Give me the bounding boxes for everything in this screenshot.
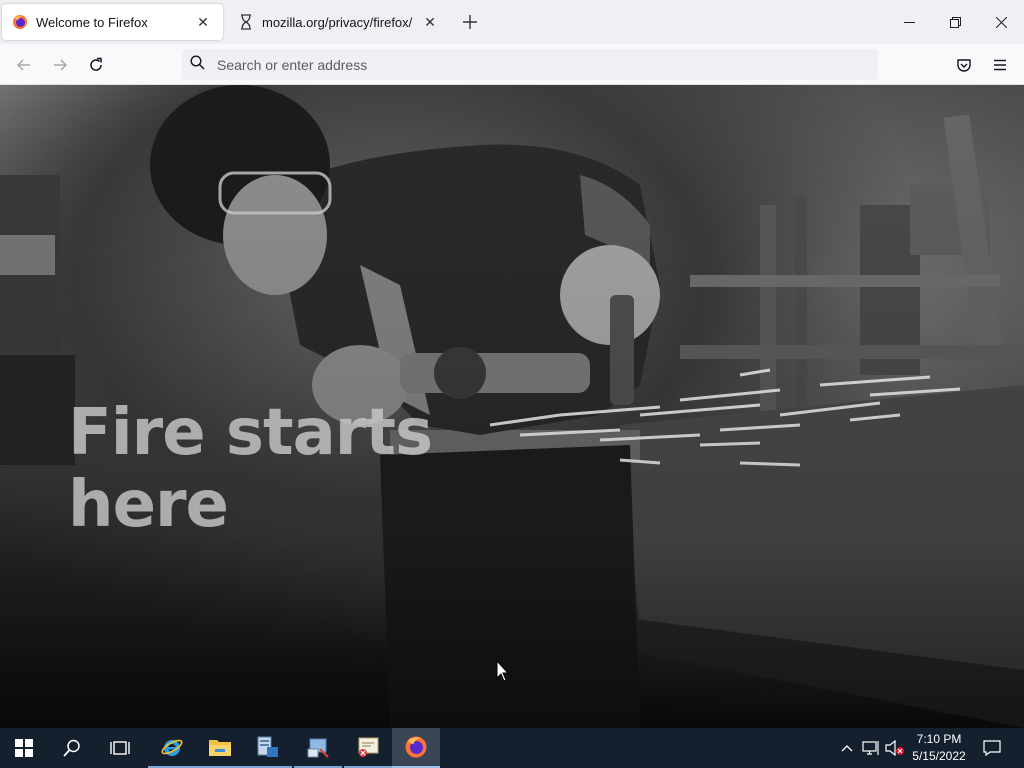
minimize-button[interactable] xyxy=(886,0,932,44)
search-icon xyxy=(190,54,205,75)
firefox-taskbar-button[interactable] xyxy=(392,728,440,768)
hero-heading: Fire starts here xyxy=(68,397,468,541)
firefox-icon xyxy=(12,14,28,30)
file-explorer-icon xyxy=(209,740,231,756)
task-view-button[interactable] xyxy=(96,728,144,768)
pocket-icon xyxy=(957,59,971,72)
task-view-icon xyxy=(110,741,130,755)
firefox-icon xyxy=(405,736,427,758)
address-bar[interactable] xyxy=(182,49,878,80)
server-manager-icon xyxy=(257,736,278,757)
tab-strip: Welcome to Firefox ✕ mozilla.org/privacy… xyxy=(0,0,1024,44)
hero-line-2: here xyxy=(68,468,229,542)
navigation-toolbar xyxy=(0,44,1024,85)
hero-line-1: Fire starts xyxy=(68,396,433,470)
close-tab-icon[interactable]: ✕ xyxy=(420,12,440,32)
search-button[interactable] xyxy=(48,728,96,768)
reload-button[interactable] xyxy=(82,52,110,78)
show-hidden-icons-chevron-icon[interactable] xyxy=(836,728,858,768)
certificate-taskbar-button[interactable] xyxy=(344,728,392,768)
welcome-page: Fire starts here xyxy=(0,85,1024,728)
tab-welcome[interactable]: Welcome to Firefox ✕ xyxy=(2,4,223,40)
hamburger-menu-icon xyxy=(994,59,1006,71)
back-button[interactable] xyxy=(10,52,38,78)
control-panel-icon xyxy=(307,738,329,758)
hourglass-icon xyxy=(238,14,254,30)
system-clock[interactable]: 7:10 PM 5/15/2022 xyxy=(906,731,972,765)
minimize-icon xyxy=(903,21,915,23)
app-menu-button[interactable] xyxy=(986,52,1014,78)
mouse-cursor-icon xyxy=(496,659,510,687)
plus-icon xyxy=(463,15,477,29)
certificate-icon xyxy=(358,737,379,757)
server-manager-taskbar-button[interactable] xyxy=(244,728,292,768)
control-panel-taskbar-button[interactable] xyxy=(294,728,342,768)
network-icon[interactable] xyxy=(860,728,882,768)
forward-button[interactable] xyxy=(46,52,74,78)
clock-time: 7:10 PM xyxy=(916,732,962,746)
tab-title: Welcome to Firefox xyxy=(36,14,148,30)
taskbar: 7:10 PM 5/15/2022 xyxy=(0,728,1024,768)
action-center-icon[interactable] xyxy=(980,728,1004,768)
search-icon xyxy=(63,739,80,757)
reload-icon xyxy=(90,57,102,71)
internet-explorer-taskbar-button[interactable] xyxy=(148,728,196,768)
clock-date: 5/15/2022 xyxy=(912,749,966,763)
close-window-button[interactable] xyxy=(978,0,1024,44)
new-tab-button[interactable] xyxy=(458,10,482,34)
restore-button[interactable] xyxy=(932,0,978,44)
close-icon xyxy=(995,16,1007,28)
volume-muted-icon[interactable] xyxy=(884,728,906,768)
restore-icon xyxy=(949,16,961,28)
start-button[interactable] xyxy=(0,728,48,768)
close-tab-icon[interactable]: ✕ xyxy=(193,12,213,32)
url-input[interactable] xyxy=(215,55,878,74)
pocket-button[interactable] xyxy=(950,52,978,78)
forward-arrow-icon xyxy=(54,59,68,71)
back-arrow-icon xyxy=(16,59,30,71)
file-explorer-taskbar-button[interactable] xyxy=(196,728,244,768)
internet-explorer-icon xyxy=(161,739,183,756)
start-icon xyxy=(15,739,33,757)
tab-privacy[interactable]: mozilla.org/privacy/firefox/ ✕ xyxy=(228,4,450,40)
tab-title: mozilla.org/privacy/firefox/ xyxy=(262,14,413,30)
